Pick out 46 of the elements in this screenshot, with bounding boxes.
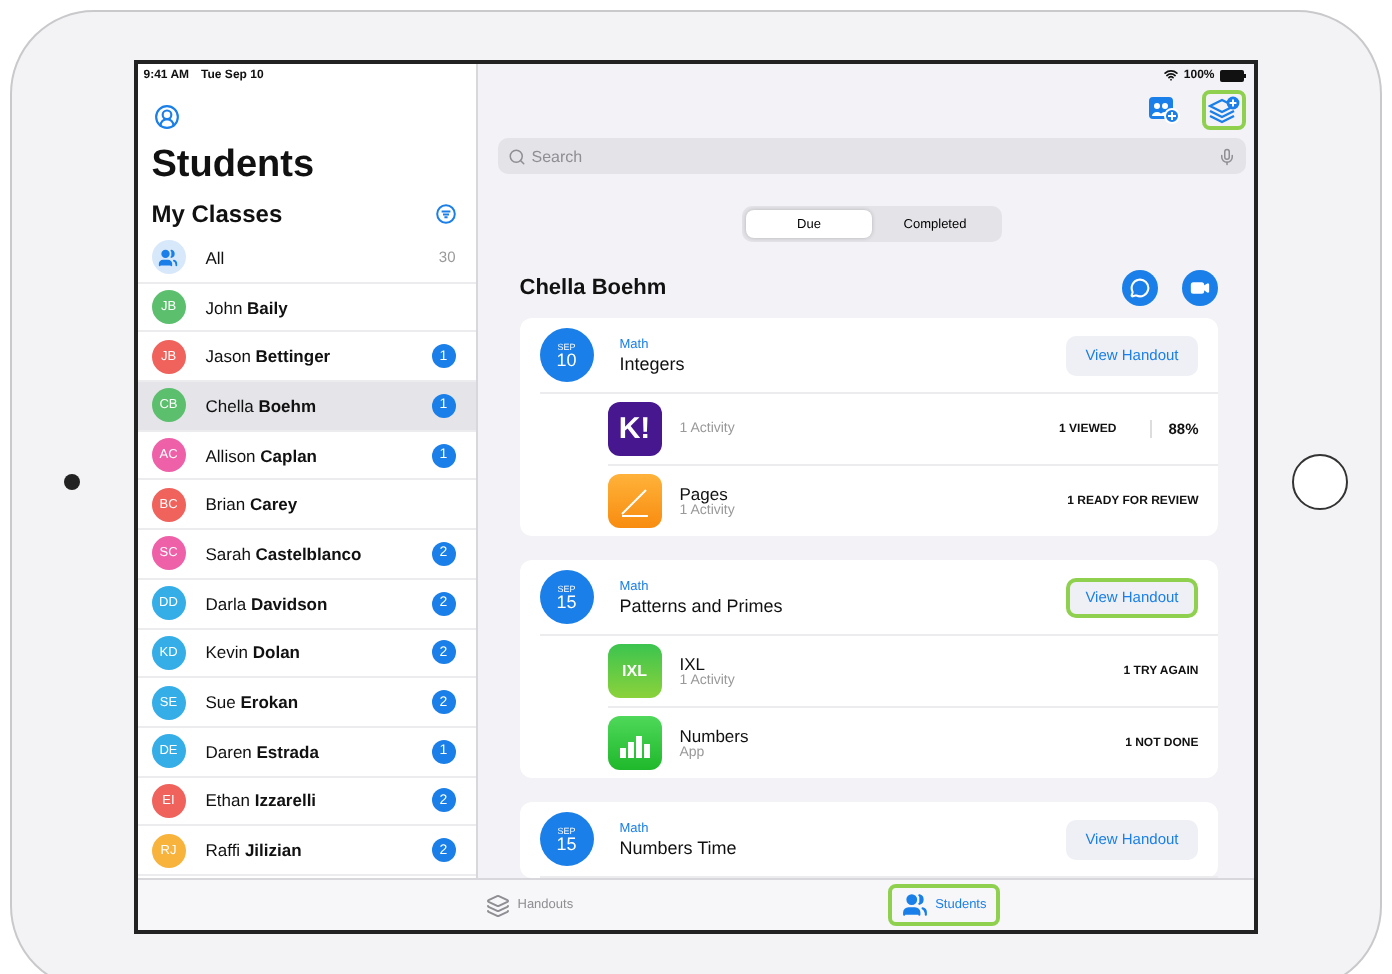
home-button[interactable]: [1291, 454, 1348, 510]
search-field[interactable]: Search: [531, 147, 1213, 165]
message-button[interactable]: [1122, 270, 1159, 306]
app-name: Pages: [679, 484, 728, 504]
student-name: Brian Carey: [205, 494, 300, 515]
handout-title: Numbers Time: [619, 837, 739, 857]
student-name: Ethan Izzarelli: [205, 790, 319, 811]
page-title: Students: [149, 142, 317, 188]
pen-app-icon: [607, 474, 662, 528]
app-name: IXL: [679, 654, 706, 674]
profile-icon: [153, 104, 180, 130]
student-name: Darla Davidson: [205, 593, 330, 614]
student-name: John Baily: [205, 297, 290, 318]
layers-icon: [485, 893, 510, 917]
filter-icon[interactable]: [435, 204, 456, 224]
search-bar[interactable]: Search: [497, 138, 1247, 174]
bar-chart-app-icon: [607, 716, 662, 770]
student-name: Sarah Castelblanco: [205, 543, 364, 564]
handout-title: Patterns and Primes: [619, 595, 785, 615]
people-icon: [901, 892, 928, 918]
layers-plus-icon: [1208, 96, 1241, 124]
video-button[interactable]: [1182, 270, 1219, 306]
add-people-icon: [1148, 96, 1181, 124]
student-name: Chella Boehm: [205, 395, 319, 416]
student-name: All: [205, 247, 227, 268]
student-name: Sue Erokan: [205, 692, 301, 713]
student-heading: Chella Boehm: [519, 276, 667, 300]
student-name: Daren Estrada: [205, 741, 321, 762]
camera-dot: [64, 474, 81, 490]
app-logo: K!: [607, 402, 662, 456]
toolbar-button[interactable]: [1202, 90, 1247, 130]
video-camera-icon: [1190, 278, 1211, 298]
section-title: My Classes: [151, 200, 283, 228]
student-name: Kevin Dolan: [205, 642, 302, 663]
battery-icon: [1220, 69, 1247, 81]
microphone-icon[interactable]: [1218, 147, 1237, 165]
student-name: Raffi Jilizian: [205, 840, 304, 861]
people-icon: [151, 240, 186, 275]
app-logo: IXL: [607, 644, 662, 698]
student-name: Jason Bettinger: [205, 346, 333, 367]
wifi-icon: [1163, 68, 1178, 82]
handout-title: Integers: [619, 353, 687, 373]
student-name: Allison Caplan: [205, 445, 319, 466]
chat-bubble-icon: [1130, 278, 1151, 298]
app-name: Numbers: [679, 726, 751, 746]
search-icon: [507, 147, 526, 165]
